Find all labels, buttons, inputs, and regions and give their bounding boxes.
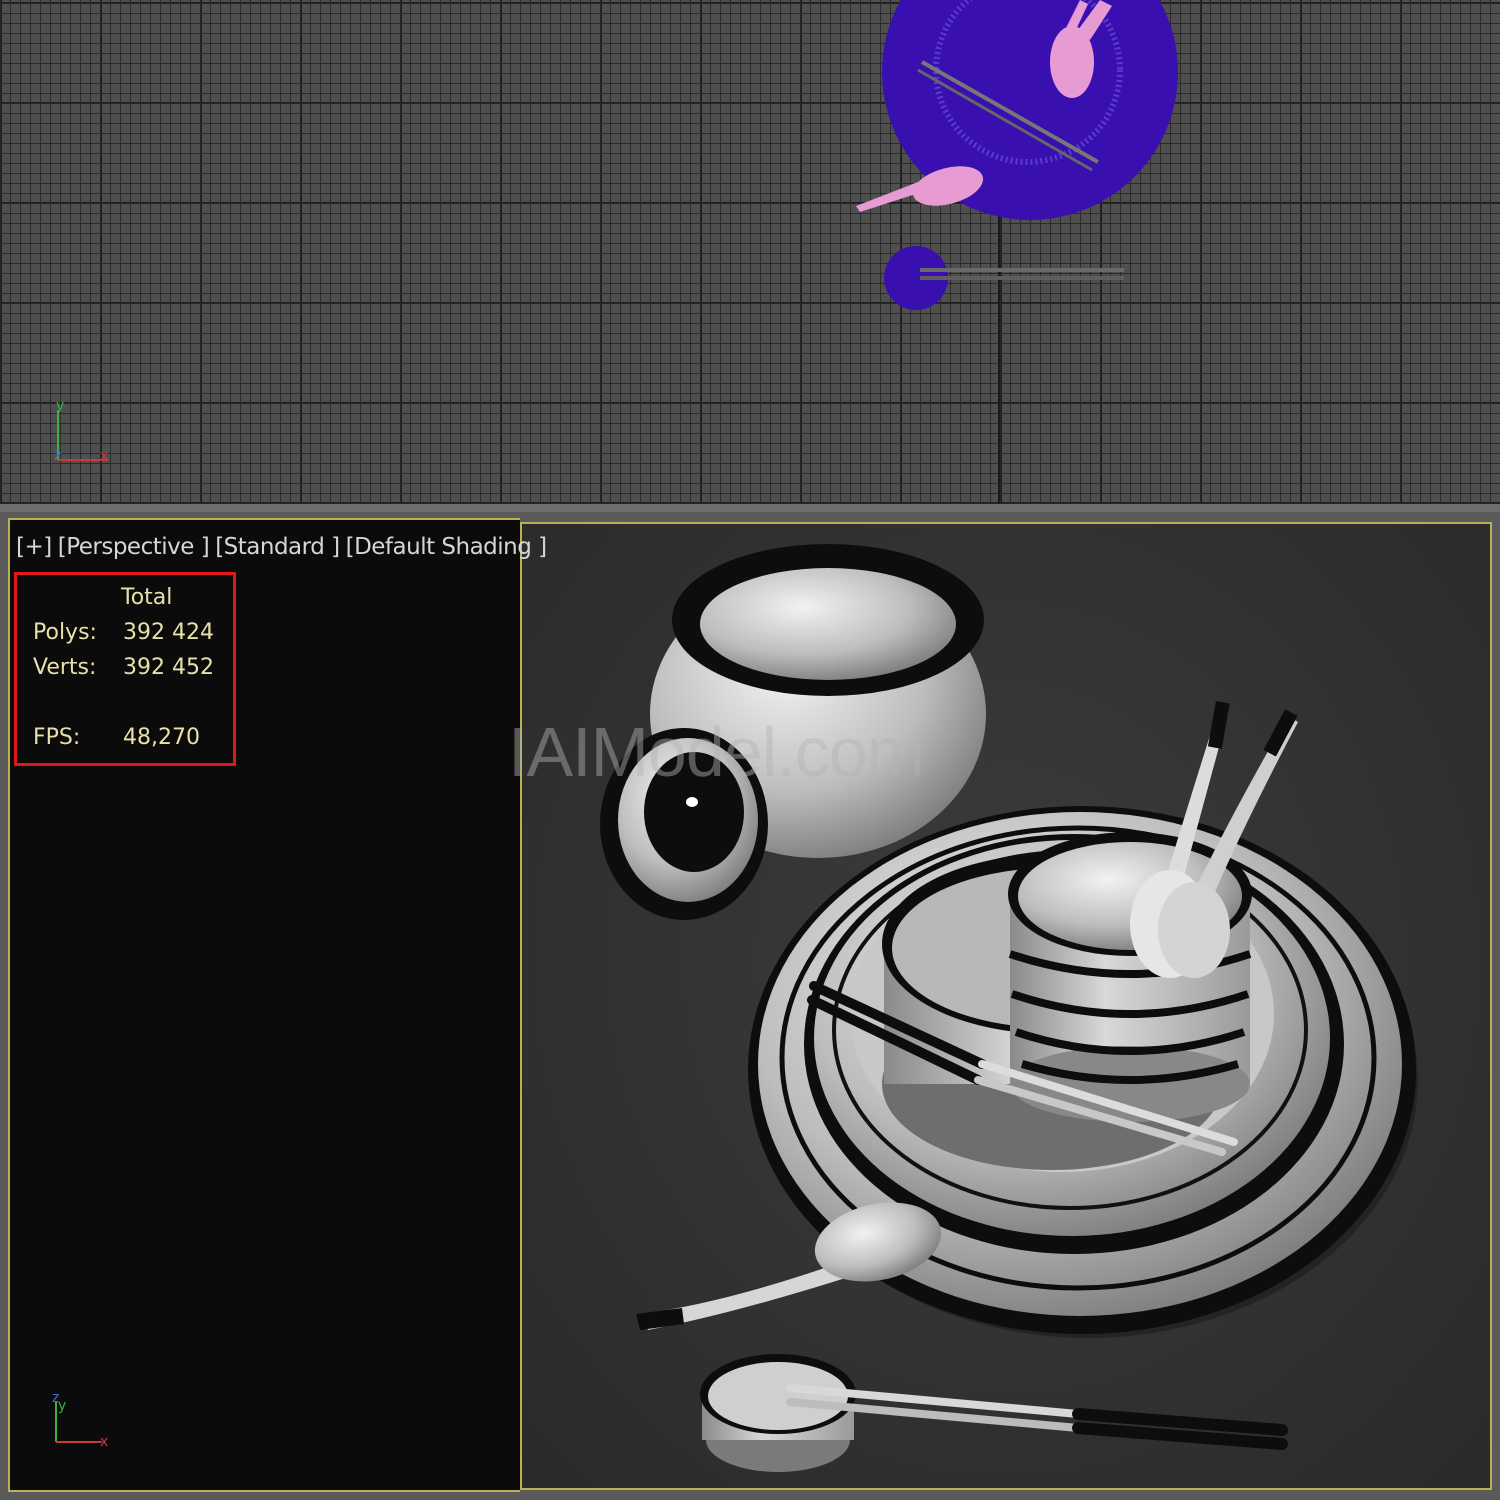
perspective-viewport[interactable] xyxy=(520,522,1492,1490)
viewport-view-menu[interactable]: [Perspective ] xyxy=(58,534,210,560)
perspective-scene xyxy=(600,544,1418,1472)
viewport-mode-menu[interactable]: [Standard ] xyxy=(215,534,340,560)
viewport-plus-menu[interactable]: [+] xyxy=(16,534,52,560)
tea-bowl-inside xyxy=(700,568,956,680)
spoon-tip-a xyxy=(1207,701,1230,749)
left-gizmo: y z x xyxy=(52,1390,108,1450)
spoon-fg-tip xyxy=(636,1308,684,1330)
top-gizmo-y-label: y xyxy=(56,398,64,414)
small-dish-inside xyxy=(708,1362,848,1430)
spoon-bowl-b xyxy=(1158,882,1230,978)
viewport-shading-menu[interactable]: [Default Shading ] xyxy=(346,534,548,560)
viewport-label-menu: [+] [Perspective ] [Standard ] [Default Sha… xyxy=(16,534,553,564)
spoon-foreground xyxy=(636,1202,942,1330)
left-gizmo-x-label: x xyxy=(100,1434,108,1450)
chopsticks-foreground xyxy=(786,1384,1288,1450)
small-dish xyxy=(700,1354,856,1472)
lid-highlight xyxy=(686,797,698,807)
top-spoon-handle-2 xyxy=(856,182,922,212)
left-gizmo-z-label: z xyxy=(52,1390,59,1406)
top-gizmo-x-label: x xyxy=(100,448,108,464)
left-viewport[interactable]: [+] [Perspective ] [Standard ] [Default Sha… xyxy=(8,518,547,1492)
top-viewport[interactable]: y z x xyxy=(0,0,1500,512)
watermark: IAIModel.com xyxy=(508,713,925,791)
top-viewport-scene: y z x xyxy=(54,0,1178,464)
top-gizmo-z-label: z xyxy=(54,448,61,464)
